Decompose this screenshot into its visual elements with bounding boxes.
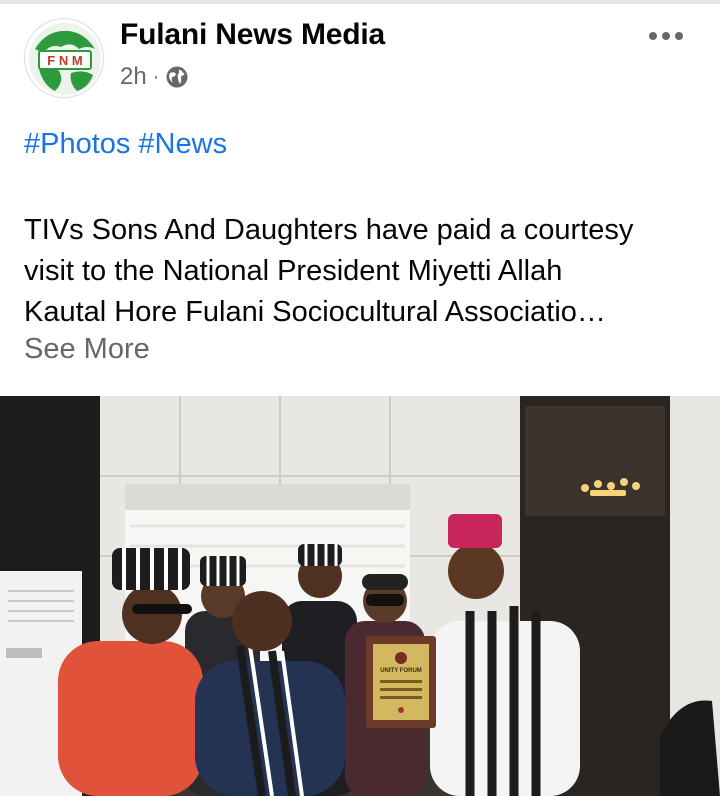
see-more-link[interactable]: See More [24, 333, 150, 366]
post-body-line: TIVs Sons And Daughters have paid a cour… [24, 214, 634, 246]
hashtag-link[interactable]: #News [138, 128, 227, 160]
post-photo[interactable]: UNITY FORUM [0, 396, 720, 796]
fnm-logo: F N M [29, 23, 101, 95]
hashtags: #Photos #News [24, 128, 235, 161]
group-photo-illustration: UNITY FORUM [0, 396, 720, 796]
svg-text:UNITY FORUM: UNITY FORUM [380, 668, 422, 674]
post-body-line: Kautal Hore Fulani Sociocultural Associa… [24, 296, 606, 328]
post-header: F N M Fulani News Media 2h · [0, 4, 720, 104]
more-options-icon[interactable] [646, 26, 686, 46]
meta-separator: · [152, 65, 160, 88]
page-name[interactable]: Fulani News Media [120, 18, 385, 52]
page-avatar[interactable]: F N M [24, 18, 104, 98]
hashtag-link[interactable]: #Photos [24, 128, 130, 160]
post-time[interactable]: 2h [120, 63, 147, 91]
post-body-line: visit to the National President Miyetti … [24, 255, 563, 287]
post-body: TIVs Sons And Daughters have paid a cour… [24, 210, 704, 333]
svg-text:F N M: F N M [47, 53, 82, 68]
globe-icon[interactable] [165, 65, 189, 89]
post-meta: 2h · [120, 63, 189, 91]
